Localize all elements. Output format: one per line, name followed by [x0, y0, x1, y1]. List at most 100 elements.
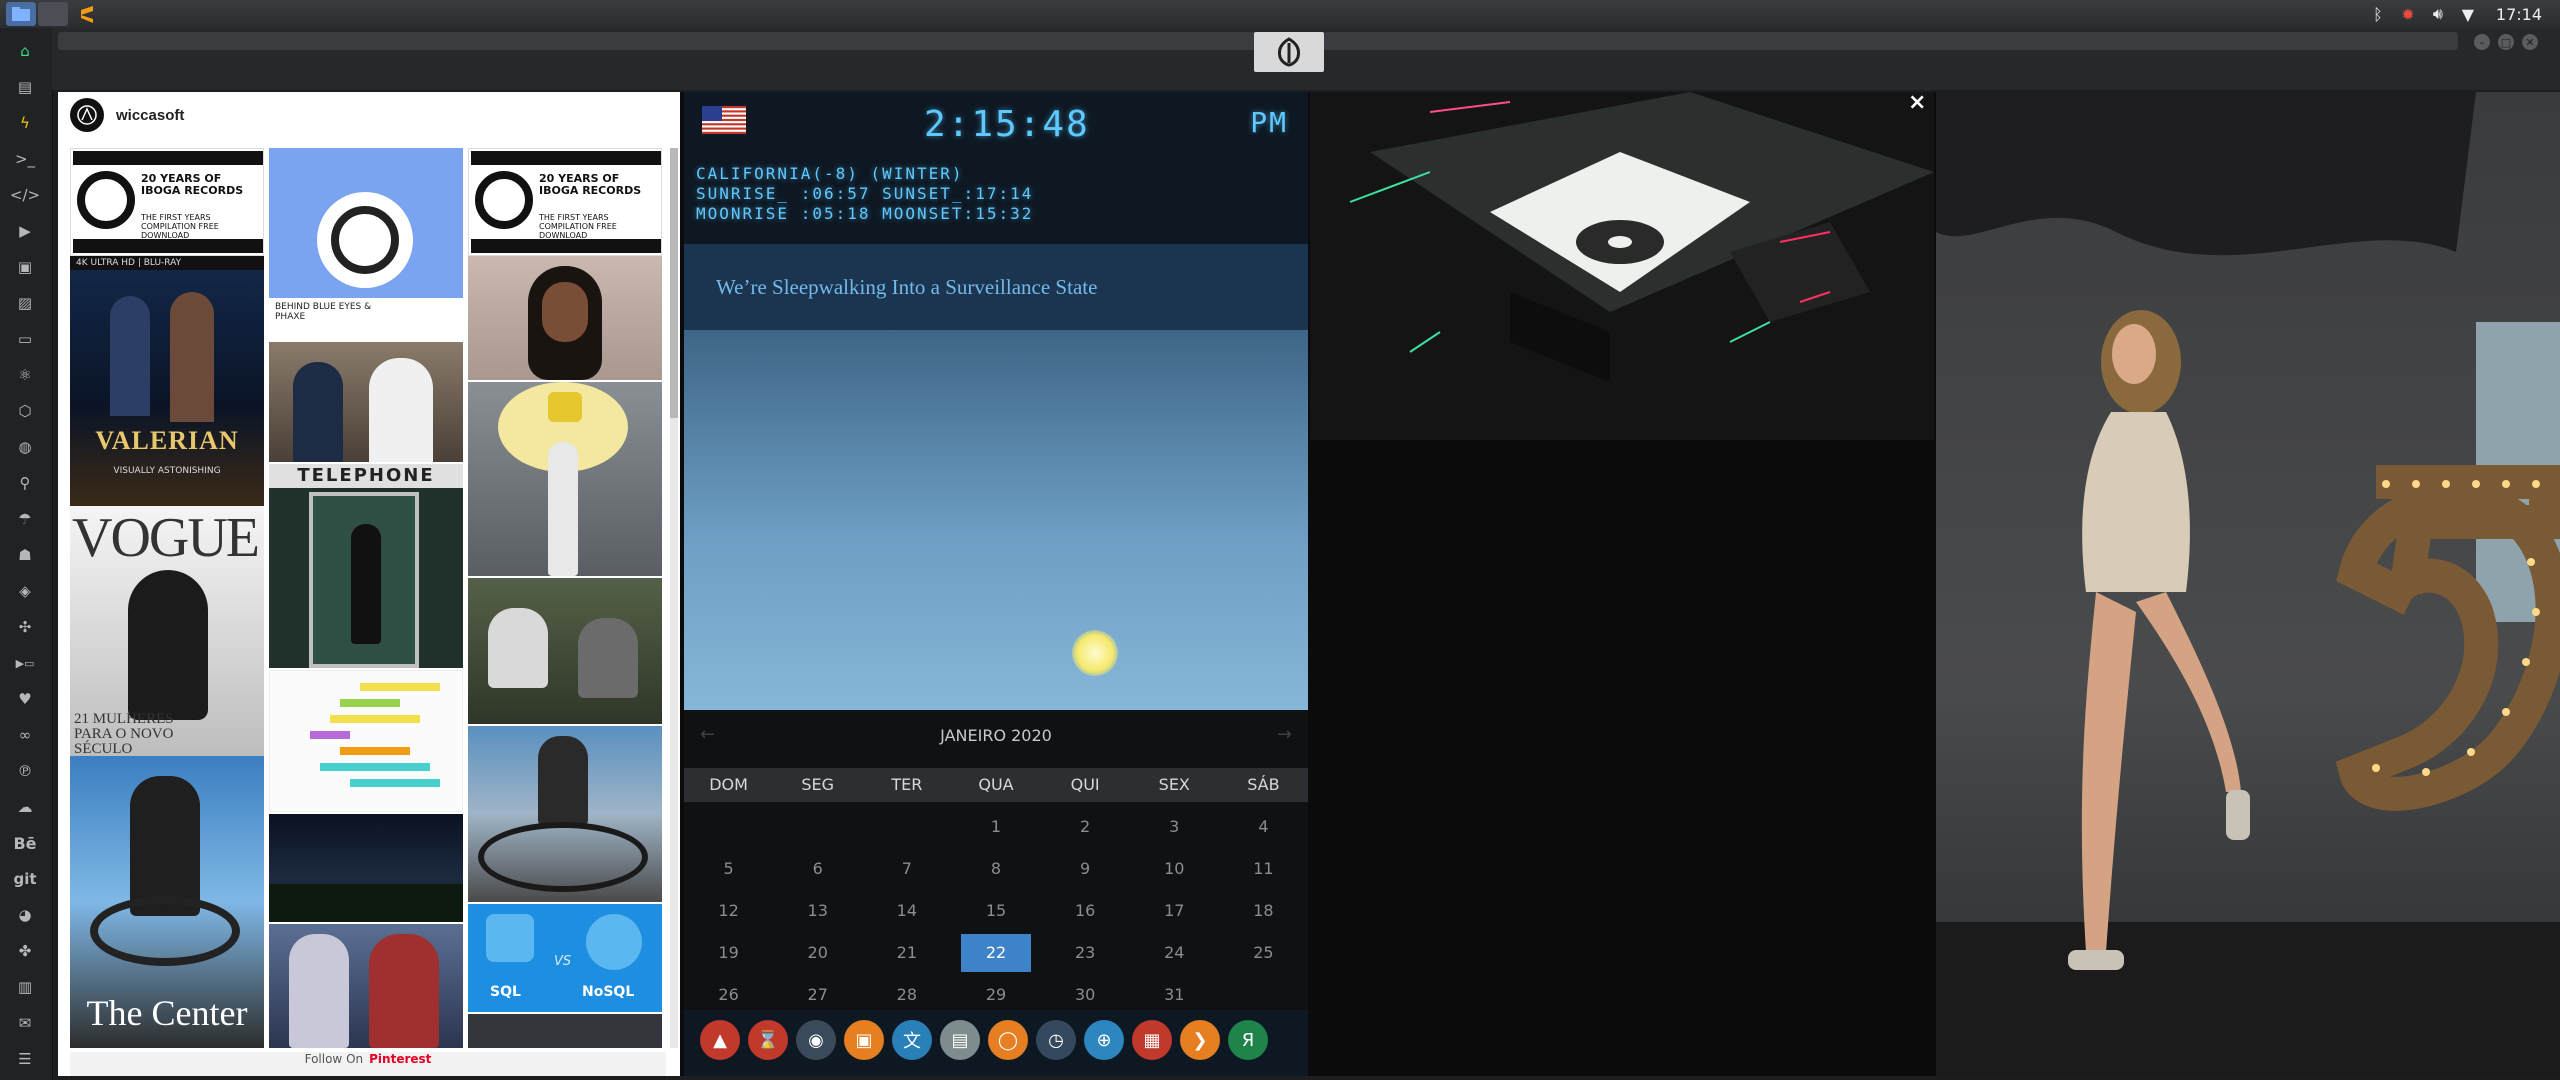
search-icon[interactable]: ⚲ — [10, 468, 40, 498]
puzzle-icon[interactable]: ✤ — [10, 936, 40, 966]
youtube-icon[interactable]: ▶▭ — [10, 648, 40, 678]
pinterest-icon[interactable]: ℗ — [10, 756, 40, 786]
calendar-day[interactable]: 14 — [862, 890, 951, 932]
calendar-day[interactable]: 11 — [1219, 848, 1308, 890]
behance-icon[interactable]: Bē — [10, 828, 40, 858]
calendar-day[interactable]: 30 — [1041, 974, 1130, 1016]
calendar-day[interactable]: 6 — [773, 848, 862, 890]
calendar-day[interactable]: 10 — [1130, 848, 1219, 890]
pin-partial[interactable] — [468, 1014, 662, 1048]
calendar-day[interactable]: 21 — [862, 932, 951, 974]
mail-icon[interactable]: ✉ — [10, 1008, 40, 1038]
calendar-day[interactable]: 15 — [951, 890, 1040, 932]
browser-icon[interactable]: ⊕ — [1084, 1020, 1124, 1060]
pin-gantt-chart[interactable] — [269, 670, 463, 812]
minimize-icon[interactable]: – — [2474, 34, 2490, 50]
home-icon[interactable]: ⌂ — [10, 36, 40, 66]
contact-icon[interactable]: ☗ — [10, 540, 40, 570]
expand-icon[interactable]: ✣ — [10, 612, 40, 642]
system-clock[interactable]: 17:14 — [2496, 5, 2542, 24]
calendar-day[interactable]: 5 — [684, 848, 773, 890]
bluetooth-icon[interactable]: ᛒ — [2370, 5, 2386, 24]
heart-icon[interactable]: ♥ — [10, 684, 40, 714]
pin-telephone[interactable]: TELEPHONE — [269, 464, 463, 668]
map-icon[interactable]: ▥ — [10, 972, 40, 1002]
photos-icon[interactable]: ▣ — [844, 1020, 884, 1060]
calendar-day[interactable]: 12 — [684, 890, 773, 932]
triangle-app-icon[interactable]: ▲ — [700, 1020, 740, 1060]
pin-street-fashion[interactable] — [468, 382, 662, 576]
calendar-day[interactable]: 16 — [1041, 890, 1130, 932]
wifi-icon[interactable]: ▼ — [2460, 5, 2476, 24]
calendar-day[interactable]: 3 — [1130, 806, 1219, 848]
pin-night-forest[interactable] — [269, 814, 463, 922]
pinterest-follow-link[interactable]: Follow On Pinterest — [70, 1052, 666, 1076]
news-headline[interactable]: We’re Sleepwalking Into a Surveillance S… — [684, 244, 1308, 330]
calendar-day[interactable]: 26 — [684, 974, 773, 1016]
calendar-day[interactable]: 2 — [1041, 806, 1130, 848]
tag-icon[interactable]: ◈ — [10, 576, 40, 606]
react-icon[interactable]: ⚛ — [10, 360, 40, 390]
pin-sql-vs-nosql[interactable]: SQL VS NoSQL — [468, 904, 662, 1012]
calendar-day[interactable]: 1 — [951, 806, 1040, 848]
code-icon[interactable]: </> — [10, 180, 40, 210]
calendar-next-button[interactable]: → — [1277, 724, 1292, 745]
calendar-day[interactable]: 24 — [1130, 932, 1219, 974]
close-window-icon[interactable]: ✕ — [2522, 34, 2538, 50]
pin-blue-eyes[interactable]: BEHIND BLUE EYES & PHAXE — [269, 148, 463, 340]
maximize-icon[interactable]: □ — [2498, 34, 2514, 50]
pin-meeting-photo[interactable] — [269, 342, 463, 462]
close-icon[interactable]: × — [1908, 90, 1926, 115]
notes-icon[interactable]: ▤ — [940, 1020, 980, 1060]
pin-motorcycle-duo[interactable] — [468, 578, 662, 724]
github-icon[interactable]: ◕ — [10, 900, 40, 930]
avatar[interactable] — [70, 98, 104, 132]
git-icon[interactable]: git — [10, 864, 40, 894]
hexagon-icon[interactable]: ⬡ — [10, 396, 40, 426]
calendar-day[interactable]: 20 — [773, 932, 862, 974]
search-app-icon[interactable]: ◯ — [988, 1020, 1028, 1060]
document-icon[interactable]: ▤ — [10, 72, 40, 102]
calendar-day[interactable]: 28 — [862, 974, 951, 1016]
pin-robot-art[interactable] — [269, 924, 463, 1048]
cloud-icon[interactable]: ☁ — [10, 792, 40, 822]
pin-chopper-rider[interactable] — [468, 726, 662, 902]
globe-icon[interactable]: ◍ — [10, 432, 40, 462]
calendar-day[interactable]: 23 — [1041, 932, 1130, 974]
blank-app-icon[interactable] — [38, 2, 68, 26]
calendar-day[interactable]: 27 — [773, 974, 862, 1016]
pin-scrollbar[interactable] — [670, 148, 678, 1048]
calendar-day-today[interactable]: 22 — [951, 932, 1040, 974]
flash-icon[interactable]: ϟ — [10, 108, 40, 138]
profile-name[interactable]: wiccasoft — [116, 107, 184, 124]
calendar-day[interactable]: 19 — [684, 932, 773, 974]
calendar-day[interactable]: 25 — [1219, 932, 1308, 974]
hourglass-icon[interactable]: ⌛ — [748, 1020, 788, 1060]
pin-iboga-poster-2[interactable]: 20 YEARS OF IBOGA RECORDS THE FIRST YEAR… — [468, 148, 662, 256]
calendar-day[interactable]: 18 — [1219, 890, 1308, 932]
network-alert-icon[interactable]: ✹ — [2400, 5, 2416, 24]
image-icon[interactable]: ▨ — [10, 288, 40, 318]
video-icon[interactable]: ▣ — [10, 252, 40, 282]
files-icon[interactable] — [6, 2, 36, 26]
umbrella-icon[interactable]: ☂ — [10, 504, 40, 534]
pin-iboga-poster[interactable]: 20 YEARS OF IBOGA RECORDS THE FIRST YEAR… — [70, 148, 264, 256]
pin-the-center[interactable]: The Center — [70, 756, 264, 1048]
volume-icon[interactable]: 🔊︎ — [2430, 4, 2446, 23]
pin-valerian-poster[interactable]: 4K ULTRA HD | BLU-RAY VALERIAN VISUALLY … — [70, 256, 264, 506]
server-icon[interactable]: ☰ — [10, 1044, 40, 1074]
pin-portrait[interactable] — [468, 256, 662, 380]
pin-vogue-cover[interactable]: VOGUE 21 MULHERES PARA O NOVO SÉCULO — [70, 506, 264, 756]
calendar-day[interactable]: 17 — [1130, 890, 1219, 932]
translate-icon[interactable]: 文 — [892, 1020, 932, 1060]
sublime-dock-icon[interactable]: ❯ — [1180, 1020, 1220, 1060]
scroll-thumb[interactable] — [670, 148, 678, 418]
calendar-day[interactable]: 7 — [862, 848, 951, 890]
calendar-day[interactable]: 29 — [951, 974, 1040, 1016]
globe-dark-icon[interactable]: ◉ — [796, 1020, 836, 1060]
card-icon[interactable]: ▭ — [10, 324, 40, 354]
calendar-day[interactable]: 4 — [1219, 806, 1308, 848]
calendar-day[interactable]: 9 — [1041, 848, 1130, 890]
clock-app-icon[interactable]: ◷ — [1036, 1020, 1076, 1060]
calendar-day[interactable]: 31 — [1130, 974, 1219, 1016]
